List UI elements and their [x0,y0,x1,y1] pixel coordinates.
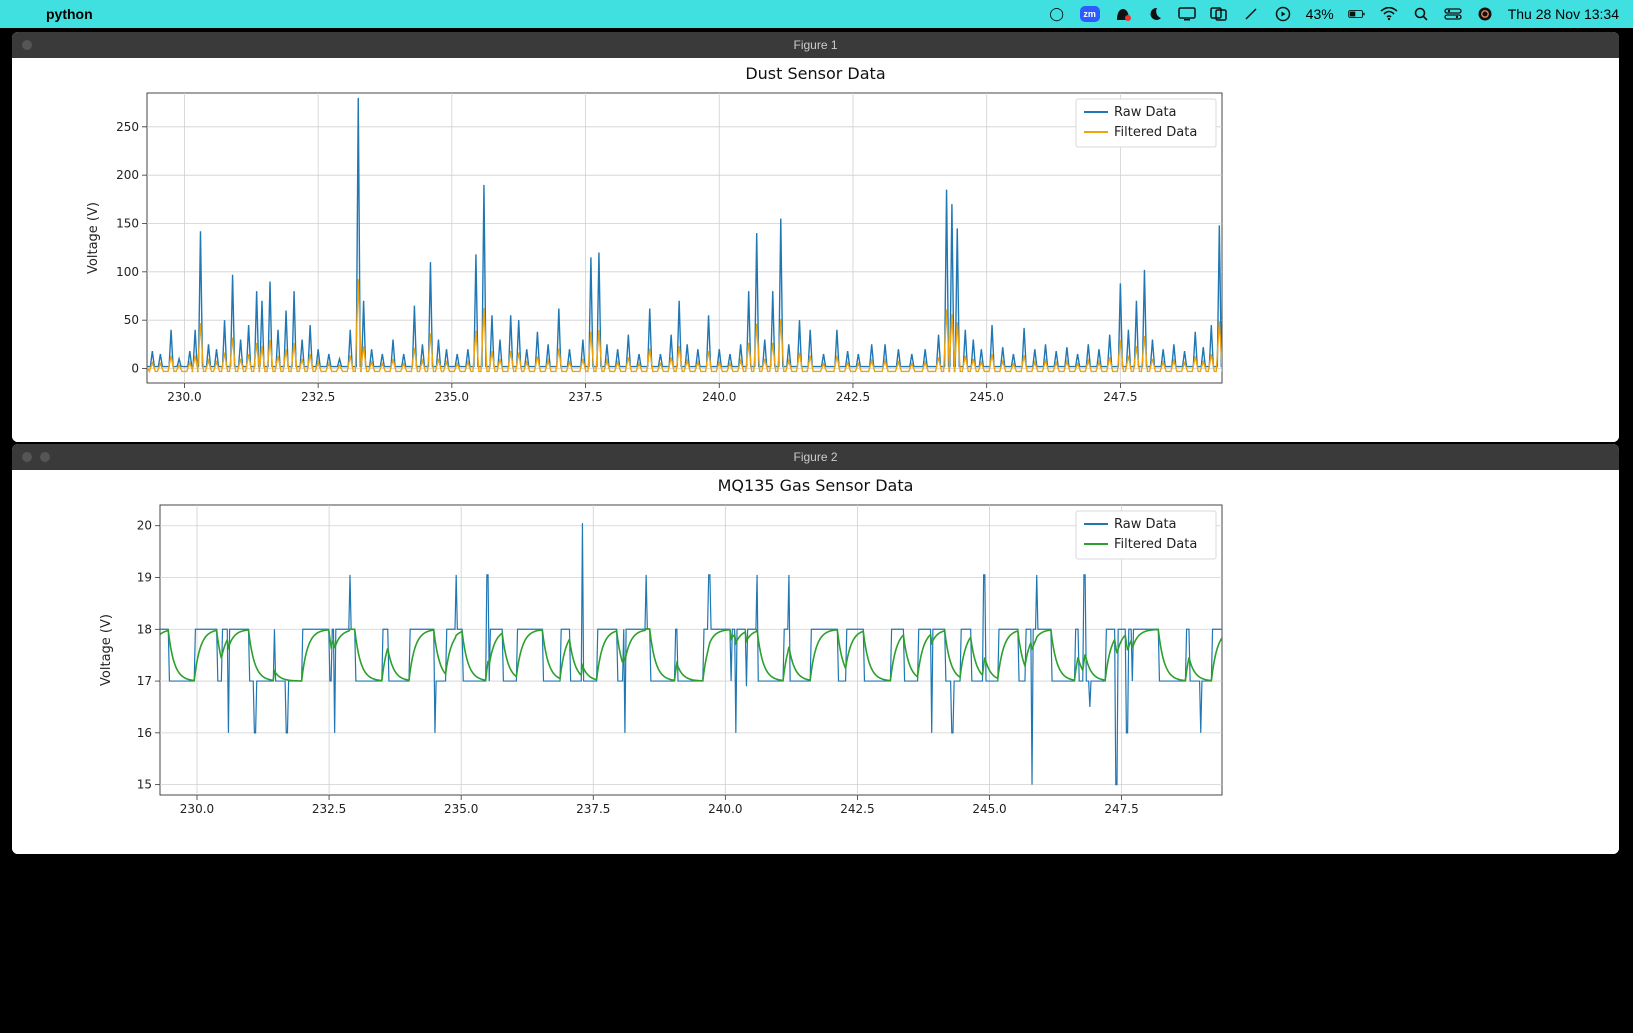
svg-text:200: 200 [116,168,139,182]
svg-text:0: 0 [131,362,139,376]
svg-text:235.0: 235.0 [435,390,469,404]
svg-text:240.0: 240.0 [708,802,742,816]
svg-text:Raw Data: Raw Data [1114,517,1177,532]
mq135-chart: 230.0 232.5 235.0 237.5 240.0 242.5 245.0 247.5… [12,495,1619,850]
desktop-stage: Figure 1 Dust Sensor Data 230.0 232.5 235.… [0,28,1633,1033]
figure-2-plot-area: MQ135 Gas Sensor Data 230.0 232.5 235.0 237… [12,470,1619,854]
svg-text:245.0: 245.0 [972,802,1006,816]
svg-text:237.5: 237.5 [576,802,610,816]
svg-text:247.5: 247.5 [1103,390,1137,404]
svg-text:100: 100 [116,265,139,279]
svg-text:247.5: 247.5 [1104,802,1138,816]
wifi-icon[interactable] [1380,5,1398,23]
menubar-status-area: ◯ zm 43% [1048,5,1633,23]
figure-2-title: Figure 2 [793,450,837,464]
svg-text:230.0: 230.0 [180,802,214,816]
figure-1-title: Figure 1 [793,38,837,52]
svg-text:Voltage (V): Voltage (V) [99,614,114,686]
figure-1-plot-area: Dust Sensor Data 230.0 232.5 235.0 237.5 240… [12,58,1619,442]
svg-text:240.0: 240.0 [702,390,736,404]
close-icon[interactable] [22,452,32,462]
svg-text:242.5: 242.5 [840,802,874,816]
svg-text:50: 50 [124,313,139,327]
svg-text:Filtered Data: Filtered Data [1114,125,1197,140]
svg-text:16: 16 [137,726,152,740]
figure-1-window: Figure 1 Dust Sensor Data 230.0 232.5 235.… [12,32,1619,442]
svg-text:245.0: 245.0 [969,390,1003,404]
svg-text:242.5: 242.5 [836,390,870,404]
control-toggle-icon[interactable] [1444,5,1462,23]
chart-2-title: MQ135 Gas Sensor Data [12,470,1619,495]
window-controls [22,40,32,50]
search-icon[interactable] [1412,5,1430,23]
battery-percent: 43% [1306,6,1334,22]
window-controls [22,452,50,462]
svg-text:232.5: 232.5 [312,802,346,816]
menubar-app-name[interactable]: python [46,6,93,22]
figure-2-window: Figure 2 MQ135 Gas Sensor Data 230.0 232.… [12,444,1619,854]
svg-text:230.0: 230.0 [167,390,201,404]
svg-text:17: 17 [137,674,152,688]
svg-text:15: 15 [137,778,152,792]
svg-text:18: 18 [137,622,152,636]
svg-text:20: 20 [137,519,152,533]
svg-text:232.5: 232.5 [301,390,335,404]
svg-text:235.0: 235.0 [444,802,478,816]
dust-sensor-chart: 230.0 232.5 235.0 237.5 240.0 242.5 245.0 247.5… [12,83,1619,438]
figure-1-titlebar[interactable]: Figure 1 [12,32,1619,58]
svg-text:Voltage (V): Voltage (V) [86,202,101,274]
menubar-clock[interactable]: Thu 28 Nov 13:34 [1508,6,1619,22]
control-center-icon[interactable] [1210,5,1228,23]
svg-text:237.5: 237.5 [568,390,602,404]
display-icon[interactable] [1178,5,1196,23]
play-circle-icon[interactable] [1274,5,1292,23]
moon-icon[interactable] [1146,5,1164,23]
tool-icon[interactable] [1242,5,1260,23]
zoom-icon[interactable]: zm [1080,6,1100,22]
svg-text:19: 19 [137,571,152,585]
svg-text:150: 150 [116,217,139,231]
svg-text:250: 250 [116,120,139,134]
battery-icon[interactable] [1348,5,1366,23]
mac-menubar: python ◯ zm 43% [0,0,1633,28]
close-icon[interactable] [22,40,32,50]
mm-icon[interactable] [1114,5,1132,23]
svg-text:Filtered Data: Filtered Data [1114,537,1197,552]
chart-1-title: Dust Sensor Data [12,58,1619,83]
minimize-icon[interactable] [40,452,50,462]
siri-icon[interactable] [1476,5,1494,23]
svg-text:Raw Data: Raw Data [1114,105,1177,120]
circle-icon[interactable]: ◯ [1048,5,1066,23]
figure-2-titlebar[interactable]: Figure 2 [12,444,1619,470]
